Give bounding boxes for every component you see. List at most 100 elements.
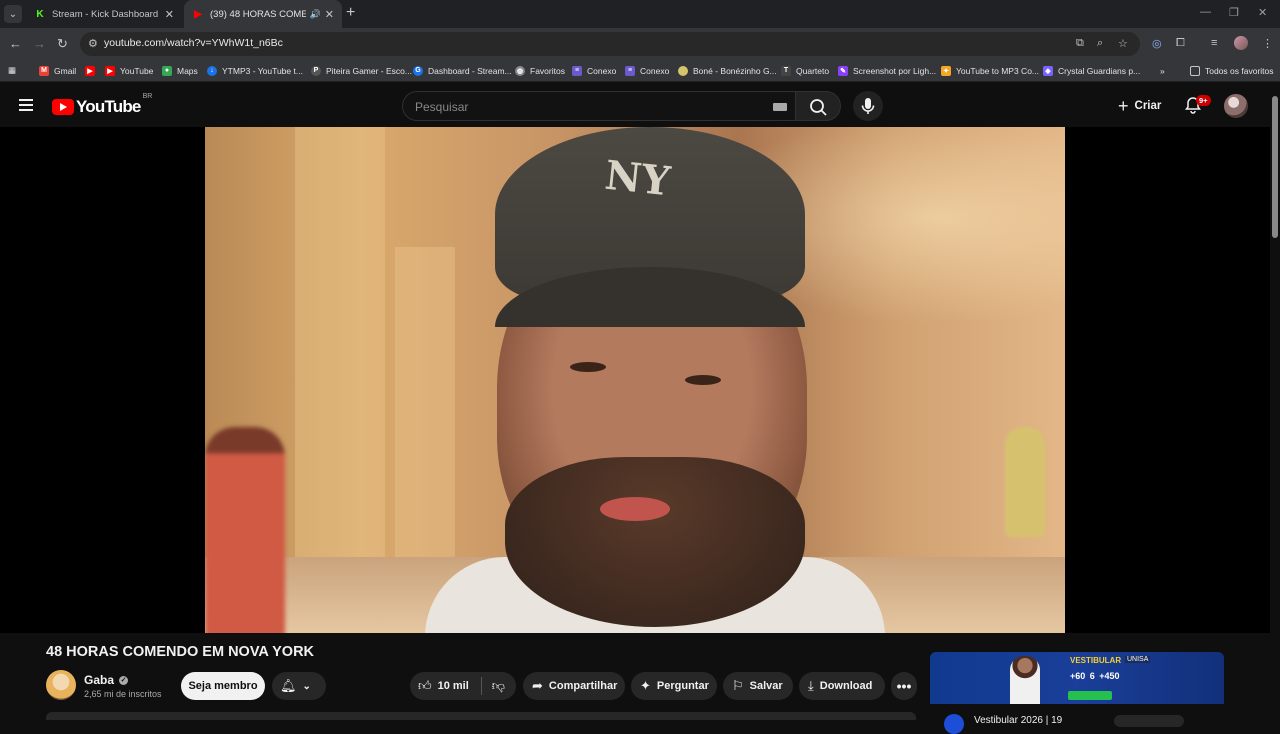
- bookmark-conexo-2[interactable]: ≡ Conexo: [625, 64, 669, 77]
- chevron-down-icon: ⌄: [302, 680, 311, 692]
- youtube-header: YouTube BR Pesquisar + Criar 9+: [0, 83, 1280, 127]
- bookmark-piteira[interactable]: P Piteira Gamer - Esco...: [311, 64, 412, 77]
- bookmark-screenshot[interactable]: ✎ Screenshot por Ligh...: [838, 64, 936, 77]
- profile-avatar[interactable]: [1234, 36, 1248, 50]
- youtube-play-icon: [52, 99, 74, 115]
- pillar: [395, 247, 455, 567]
- extensions-puzzle-icon[interactable]: ⧠: [1176, 37, 1185, 50]
- ad-action-button[interactable]: [1114, 715, 1184, 727]
- tab-title: (39) 48 HORAS COMENDO EM NOVA YORK: [210, 8, 306, 20]
- ad-person-image: [1010, 656, 1040, 704]
- all-bookmarks-folder[interactable]: Todos os favoritos: [1190, 64, 1274, 77]
- search-input[interactable]: Pesquisar: [402, 91, 796, 121]
- bookmark-conexo-1[interactable]: ≡ Conexo: [572, 64, 616, 77]
- video-player[interactable]: NY: [205, 127, 1065, 633]
- bookmark-maps[interactable]: ● Maps: [162, 64, 198, 77]
- tab-youtube-video[interactable]: ▶ (39) 48 HORAS COMENDO EM NOVA YORK 🔊 ✕: [184, 0, 342, 28]
- bookmark-ytmp3[interactable]: ↓ YTMP3 - YouTube t...: [207, 64, 303, 77]
- address-bar[interactable]: ⚙ youtube.com/watch?v=YWhW1t_n6Bc ⧉ ⌕ ☆: [80, 32, 1140, 56]
- reload-icon[interactable]: ↻: [57, 36, 68, 52]
- extension-icon[interactable]: ◎: [1152, 37, 1162, 50]
- forward-icon[interactable]: →: [33, 36, 46, 51]
- gmail-icon: M: [39, 65, 49, 76]
- bookmark-bone[interactable]: Boné - Bonézinho G...: [678, 64, 777, 77]
- like-dislike-group: 👍︎ 10 mil 👎︎: [410, 672, 516, 700]
- more-actions-icon[interactable]: •••: [891, 672, 917, 700]
- restore-icon[interactable]: ❐: [1229, 6, 1239, 19]
- site-info-icon[interactable]: ⚙: [88, 37, 98, 50]
- reading-list-icon[interactable]: ≡: [1211, 37, 1217, 49]
- microphone-icon: [861, 98, 875, 114]
- bookmark-dashboard[interactable]: G Dashboard - Stream...: [413, 64, 512, 77]
- blurred-person: [1005, 427, 1045, 537]
- youtube-icon: ▶: [85, 65, 95, 76]
- kick-icon: K: [36, 8, 44, 20]
- bookmark-quarteto[interactable]: T Quarteto: [781, 64, 829, 77]
- close-tab-icon[interactable]: ✕: [165, 8, 174, 21]
- piteira-icon: P: [311, 65, 321, 76]
- back-icon[interactable]: ←: [9, 36, 22, 51]
- keyboard-icon[interactable]: [773, 103, 787, 111]
- minimize-icon[interactable]: —: [1200, 6, 1211, 18]
- bookmarks-bar: ▦ M Gmail ▶ ▶ YouTube ● Maps ↓ YTMP3 - YouTu…: [0, 60, 1280, 82]
- folder-icon: [1190, 65, 1200, 76]
- lightshot-icon: ✎: [838, 65, 848, 76]
- sparkle-icon: ✦: [640, 678, 651, 693]
- ad-brand-secondary: UNISA: [1125, 656, 1151, 663]
- hamburger-menu-icon[interactable]: [19, 99, 33, 111]
- mouth: [600, 497, 670, 521]
- close-window-icon[interactable]: ✕: [1258, 6, 1267, 19]
- bookmark-youtube[interactable]: ▶ YouTube: [105, 64, 153, 77]
- save-button[interactable]: ⚐ Salvar: [723, 672, 793, 700]
- description-box[interactable]: [46, 712, 916, 720]
- tab-title: Stream - Kick Dashboard: [52, 8, 159, 20]
- like-icon[interactable]: 👍︎: [418, 678, 432, 694]
- youtube-logo[interactable]: YouTube BR: [52, 93, 152, 117]
- ad-cta-button[interactable]: [1068, 691, 1112, 700]
- share-button[interactable]: ➦ Compartilhar: [523, 672, 625, 700]
- dashboard-icon: G: [413, 65, 423, 76]
- search-icon: [810, 99, 827, 116]
- close-tab-icon[interactable]: ✕: [325, 8, 334, 21]
- crystal-icon: ◆: [1043, 65, 1053, 76]
- tab-search-button[interactable]: ⌄: [4, 5, 22, 23]
- ad-numbers: +60 6 +450: [1070, 671, 1120, 681]
- like-count[interactable]: 10 mil: [438, 680, 469, 692]
- zoom-icon[interactable]: ⌕: [1097, 37, 1103, 50]
- subscription-bell-button[interactable]: 🔔︎ ⌄: [272, 672, 326, 700]
- browser-menu-icon[interactable]: ⋮: [1262, 37, 1273, 50]
- tab-kick-dashboard[interactable]: K Stream - Kick Dashboard ✕: [26, 0, 182, 28]
- more-bookmarks-icon[interactable]: »: [1160, 64, 1165, 77]
- ask-button[interactable]: ✦ Perguntar: [631, 672, 717, 700]
- bookmark-star-icon[interactable]: ☆: [1118, 37, 1128, 50]
- new-tab-button[interactable]: +: [346, 5, 355, 21]
- account-avatar[interactable]: [1224, 94, 1248, 118]
- channel-avatar[interactable]: [46, 670, 76, 700]
- mp3-icon: ✦: [941, 65, 951, 76]
- voice-search-button[interactable]: [853, 91, 883, 121]
- ad-banner[interactable]: VESTIBULAR UNISA +60 6 +450: [930, 652, 1224, 704]
- apps-grid-icon[interactable]: ▦: [8, 64, 16, 77]
- search-button[interactable]: [795, 91, 841, 121]
- cap-icon: [678, 65, 688, 76]
- bell-icon: 🔔︎: [280, 678, 297, 693]
- advertiser-avatar: [944, 714, 964, 734]
- channel-name[interactable]: Gaba ✓: [84, 673, 129, 687]
- join-button[interactable]: Seja membro: [181, 672, 265, 700]
- plus-icon: +: [1118, 95, 1129, 116]
- ad-brand: VESTIBULAR: [1070, 656, 1122, 665]
- download-button[interactable]: ⤓ Download: [799, 672, 885, 700]
- ad-info-row: Vestibular 2026 | 19: [930, 704, 1224, 734]
- create-button[interactable]: + Criar: [1112, 94, 1167, 118]
- speaker-icon[interactable]: 🔊: [310, 9, 321, 20]
- bookmark-crystal-guardians[interactable]: ◆ Crystal Guardians p...: [1043, 64, 1140, 77]
- bookmark-youtube-red[interactable]: ▶: [85, 64, 100, 77]
- install-app-icon[interactable]: ⧉: [1076, 37, 1084, 50]
- bookmark-gmail[interactable]: M Gmail: [39, 64, 76, 77]
- dislike-icon[interactable]: 👎︎: [492, 678, 505, 694]
- verified-check-icon: ✓: [119, 675, 129, 685]
- download-icon: ⤓: [808, 678, 814, 693]
- bookmark-favoritos[interactable]: ◍ Favoritos: [515, 64, 565, 77]
- scrollbar-thumb[interactable]: [1272, 96, 1278, 238]
- bookmark-yt-mp3[interactable]: ✦ YouTube to MP3 Co...: [941, 64, 1039, 77]
